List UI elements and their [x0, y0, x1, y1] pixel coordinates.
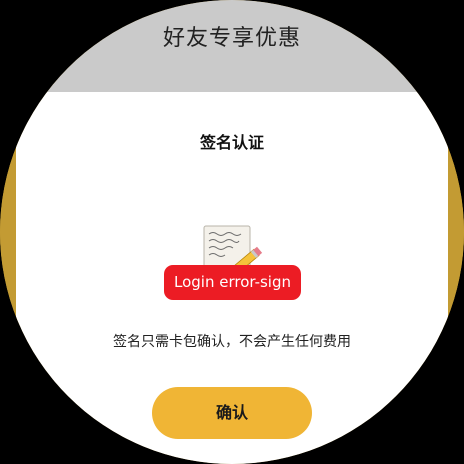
- error-toast: Login error-sign: [164, 265, 301, 300]
- confirm-button[interactable]: 确认: [152, 387, 312, 439]
- signature-sheet: 签名认证 Login error-sign 签名只需卡包确认，不会产生任何费用 …: [16, 92, 448, 464]
- sheet-title: 签名认证: [199, 133, 264, 152]
- watch-screen: 好友专享优惠 签名认证 Login error-sign 签名只需卡包确认，不会…: [0, 0, 464, 464]
- page-title: 好友专享优惠: [162, 26, 301, 51]
- header-band: 好友专享优惠: [0, 0, 464, 92]
- description-text: 签名只需卡包确认，不会产生任何费用: [113, 334, 351, 350]
